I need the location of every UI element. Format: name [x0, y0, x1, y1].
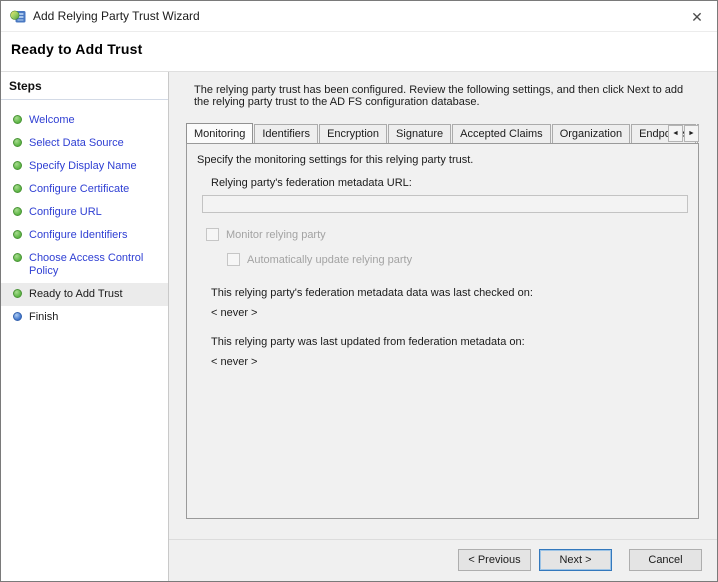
step-item-ready-to-add-trust: Ready to Add Trust [1, 283, 168, 306]
step-bullet-icon [13, 230, 22, 239]
tab-scroll-left-button[interactable]: ◄ [668, 125, 683, 142]
step-label: Select Data Source [29, 137, 124, 150]
tab-accepted-claims[interactable]: Accepted Claims [452, 124, 551, 143]
step-bullet-icon [13, 207, 22, 216]
step-item-choose-access-control-policy[interactable]: Choose Access Control Policy [1, 247, 168, 283]
tab-monitoring[interactable]: Monitoring [186, 123, 253, 143]
step-bullet-icon [13, 253, 22, 262]
steps-sidebar: Steps Welcome Select Data Source Specify D… [1, 72, 169, 581]
step-label: Welcome [29, 114, 75, 127]
step-label: Configure Certificate [29, 183, 129, 196]
step-bullet-icon [13, 138, 22, 147]
button-row: < Previous Next > Cancel [169, 540, 717, 581]
adfs-wizard-icon [10, 8, 26, 24]
step-item-finish: Finish [1, 306, 168, 329]
monitor-relying-party-checkbox-row: Monitor relying party [206, 228, 698, 241]
step-label: Ready to Add Trust [29, 288, 123, 301]
window-title: Add Relying Party Trust Wizard [33, 9, 200, 23]
steps-list: Welcome Select Data Source Specify Display… [1, 100, 168, 329]
step-bullet-icon [13, 115, 22, 124]
tab-scroll-right-button[interactable]: ► [684, 125, 699, 142]
step-label: Configure Identifiers [29, 229, 127, 242]
tab-signature[interactable]: Signature [388, 124, 451, 143]
previous-button[interactable]: < Previous [458, 549, 531, 571]
next-button[interactable]: Next > [539, 549, 612, 571]
step-bullet-icon [13, 161, 22, 170]
auto-update-label: Automatically update relying party [247, 254, 412, 266]
close-button[interactable]: ✕ [685, 7, 709, 27]
step-item-configure-identifiers[interactable]: Configure Identifiers [1, 224, 168, 247]
intro-text: The relying party trust has been configu… [194, 84, 699, 108]
steps-heading: Steps [1, 72, 168, 100]
auto-update-checkbox-row: Automatically update relying party [227, 253, 698, 266]
last-checked-label: This relying party's federation metadata… [211, 287, 698, 299]
wizard-body: Steps Welcome Select Data Source Specify D… [1, 72, 717, 581]
step-item-configure-certificate[interactable]: Configure Certificate [1, 178, 168, 201]
last-checked-value: < never > [211, 307, 698, 319]
main-panel: The relying party trust has been configu… [169, 72, 717, 581]
tab-identifiers[interactable]: Identifiers [254, 124, 318, 143]
wizard-window: Add Relying Party Trust Wizard ✕ Ready t… [0, 0, 718, 582]
last-updated-value: < never > [211, 356, 698, 368]
last-updated-label: This relying party was last updated from… [211, 336, 698, 348]
federation-metadata-url-label: Relying party's federation metadata URL: [211, 177, 698, 189]
step-item-welcome[interactable]: Welcome [1, 109, 168, 132]
tab-list: MonitoringIdentifiersEncryptionSignature… [186, 123, 699, 143]
auto-update-checkbox [227, 253, 240, 266]
federation-metadata-url-input [202, 195, 688, 213]
monitor-relying-party-checkbox [206, 228, 219, 241]
tab-strip: MonitoringIdentifiersEncryptionSignature… [186, 123, 699, 143]
step-item-specify-display-name[interactable]: Specify Display Name [1, 155, 168, 178]
monitoring-description: Specify the monitoring settings for this… [197, 154, 698, 166]
tab-encryption[interactable]: Encryption [319, 124, 387, 143]
spacer [169, 519, 717, 539]
step-item-configure-url[interactable]: Configure URL [1, 201, 168, 224]
cancel-button[interactable]: Cancel [629, 549, 702, 571]
page-header: Ready to Add Trust [1, 32, 717, 72]
step-label: Finish [29, 311, 58, 324]
title-bar: Add Relying Party Trust Wizard ✕ [1, 1, 717, 32]
step-item-select-data-source[interactable]: Select Data Source [1, 132, 168, 155]
monitoring-tab-page: Specify the monitoring settings for this… [186, 143, 699, 519]
step-bullet-icon [13, 184, 22, 193]
tab-organization[interactable]: Organization [552, 124, 630, 143]
step-bullet-icon [13, 312, 22, 321]
settings-tab-control: MonitoringIdentifiersEncryptionSignature… [186, 123, 699, 519]
step-bullet-icon [13, 289, 22, 298]
step-label: Specify Display Name [29, 160, 137, 173]
step-label: Configure URL [29, 206, 102, 219]
monitor-relying-party-label: Monitor relying party [226, 229, 326, 241]
page-title: Ready to Add Trust [11, 41, 717, 57]
step-label: Choose Access Control Policy [29, 252, 164, 278]
tab-scrollers: ◄ ► [668, 125, 699, 142]
